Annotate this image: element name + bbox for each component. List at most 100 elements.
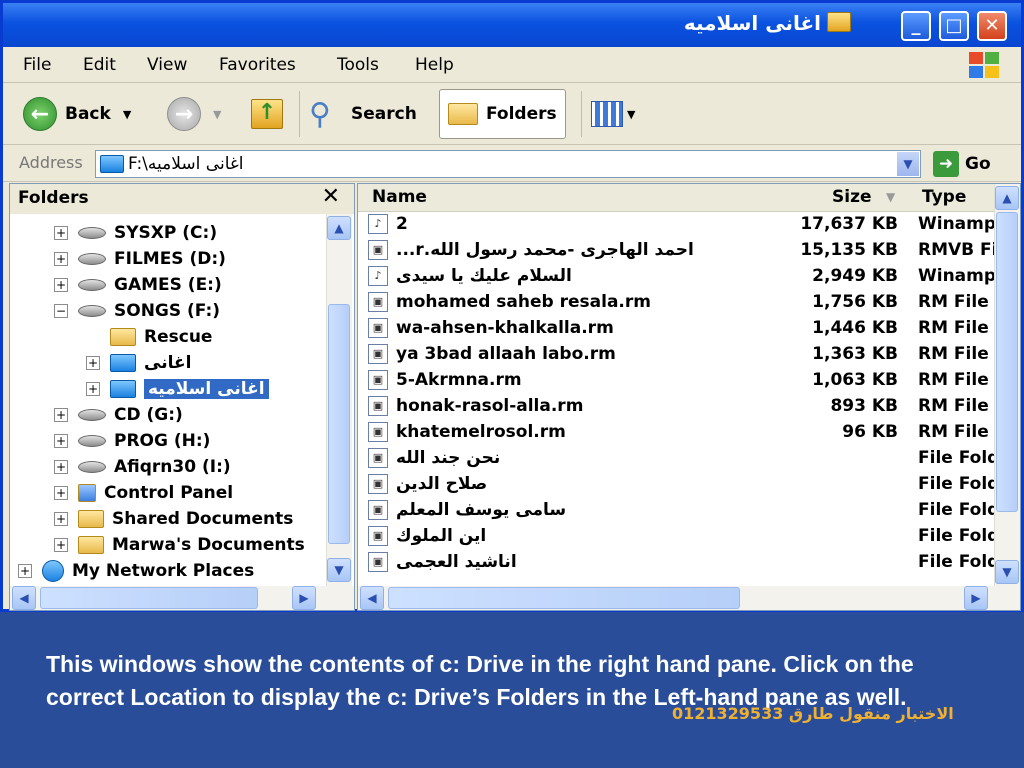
tree-item[interactable]: + Control Panel — [54, 480, 233, 506]
file-row[interactable]: ▣ صلاح الدين File Fold — [358, 472, 994, 498]
file-name-cell: ▣ اناشيد العجمى — [368, 552, 517, 572]
scroll-left-icon[interactable]: ◀ — [360, 586, 384, 610]
folders-horizontal-scrollbar[interactable]: ◀ ▶ — [10, 586, 354, 610]
views-dropdown-icon[interactable]: ▼ — [627, 108, 635, 121]
minimize-button[interactable]: _ — [901, 11, 931, 41]
up-folder-button[interactable]: ↑ — [251, 89, 283, 139]
tree-item[interactable]: + SYSXP (C:) — [54, 220, 217, 246]
expand-icon[interactable]: + — [54, 226, 68, 240]
file-row[interactable]: ▣ wa-ahsen-khalkalla.rm 1,446 KB RM File — [358, 316, 994, 342]
menu-file[interactable]: File — [23, 55, 51, 75]
files-vertical-scrollbar[interactable]: ▲ ▼ — [994, 184, 1020, 586]
menu-tools[interactable]: Tools — [337, 55, 379, 75]
scroll-right-icon[interactable]: ▶ — [964, 586, 988, 610]
windows-logo-icon — [969, 52, 999, 78]
tree-item-label: PROG (H:) — [114, 431, 211, 451]
media-file-icon: ▣ — [368, 474, 388, 494]
expand-icon[interactable]: + — [54, 460, 68, 474]
expand-icon[interactable]: + — [18, 564, 32, 578]
address-input[interactable]: F:\اغانى اسلاميه ▼ — [95, 150, 921, 178]
menu-help[interactable]: Help — [415, 55, 454, 75]
scroll-down-icon[interactable]: ▼ — [327, 558, 351, 582]
file-row[interactable]: ♪ السلام عليك يا سيدى 2,949 KB Winamp — [358, 264, 994, 290]
tree-item[interactable]: + Shared Documents — [54, 506, 293, 532]
expand-icon[interactable]: + — [54, 538, 68, 552]
file-row[interactable]: ▣ khatemelrosol.rm 96 KB RM File — [358, 420, 994, 446]
back-button[interactable]: ← Back ▼ — [23, 89, 131, 139]
file-name-cell: ▣ احمد الهاجرى -محمد رسول الله.r... — [368, 240, 694, 260]
file-row[interactable]: ♪ 2 17,637 KB Winamp — [358, 212, 994, 238]
menu-favorites[interactable]: Favorites — [219, 55, 296, 75]
expand-icon[interactable]: + — [86, 382, 100, 396]
views-button[interactable]: ▼ — [591, 89, 635, 139]
collapse-icon[interactable]: − — [54, 304, 68, 318]
maximize-button[interactable]: □ — [939, 11, 969, 41]
search-button[interactable]: ⚲ Search — [309, 89, 417, 139]
tree-item[interactable]: + FILMES (D:) — [54, 246, 226, 272]
tree-item[interactable]: − SONGS (F:) — [54, 298, 220, 324]
folders-vertical-scrollbar[interactable]: ▲ ▼ — [326, 214, 352, 586]
folders-button[interactable]: Folders — [439, 89, 566, 139]
tree-item[interactable]: + اغانى — [86, 350, 191, 376]
menu-view[interactable]: View — [147, 55, 187, 75]
address-value: F:\اغانى اسلاميه — [128, 154, 244, 174]
file-row[interactable]: ▣ سامى يوسف المعلم File Fold — [358, 498, 994, 524]
drive-icon — [78, 227, 106, 239]
scroll-thumb[interactable] — [40, 587, 258, 609]
expand-icon[interactable]: + — [54, 486, 68, 500]
expand-icon[interactable]: + — [54, 252, 68, 266]
file-row[interactable]: ▣ اناشيد العجمى File Fold — [358, 550, 994, 576]
search-label: Search — [351, 104, 417, 124]
file-name-cell: ▣ نحن جند الله — [368, 448, 500, 468]
tree-item[interactable]: + CD (G:) — [54, 402, 183, 428]
file-type: RM File — [918, 422, 989, 442]
tree-item[interactable]: + Marwa's Documents — [54, 532, 305, 558]
tree-item[interactable]: + Afiqrn30 (I:) — [54, 454, 231, 480]
files-horizontal-scrollbar[interactable]: ◀ ▶ — [358, 586, 1020, 610]
folder-icon — [110, 328, 136, 346]
address-bar: Address F:\اغانى اسلاميه ▼ ➜ Go — [3, 146, 1021, 182]
title-bar[interactable]: اغانى اسلاميه _ □ ✕ — [3, 3, 1021, 47]
file-row[interactable]: ▣ honak-rasol-alla.rm 893 KB RM File — [358, 394, 994, 420]
column-type[interactable]: Type — [922, 187, 966, 207]
scroll-thumb[interactable] — [328, 304, 350, 544]
folder-icon — [100, 155, 124, 173]
expand-icon[interactable]: + — [54, 434, 68, 448]
tree-item[interactable]: + GAMES (E:) — [54, 272, 222, 298]
file-row[interactable]: ▣ mohamed saheb resala.rm 1,756 KB RM File — [358, 290, 994, 316]
scroll-thumb[interactable] — [996, 212, 1018, 512]
scroll-right-icon[interactable]: ▶ — [292, 586, 316, 610]
expand-icon[interactable]: + — [54, 408, 68, 422]
scroll-up-icon[interactable]: ▲ — [995, 186, 1019, 210]
scroll-up-icon[interactable]: ▲ — [327, 216, 351, 240]
expand-icon[interactable]: + — [54, 512, 68, 526]
tree-item[interactable]: + اغانى اسلاميه — [86, 376, 269, 402]
tree-item[interactable]: Rescue — [86, 324, 212, 350]
tree-item[interactable]: + My Network Places — [18, 558, 254, 584]
folder-icon — [110, 354, 136, 372]
folder-icon — [110, 380, 136, 398]
close-button[interactable]: ✕ — [977, 11, 1007, 41]
column-size[interactable]: Size — [832, 187, 872, 207]
file-row[interactable]: ▣ احمد الهاجرى -محمد رسول الله.r... 15,135… — [358, 238, 994, 264]
file-row[interactable]: ▣ ya 3bad allaah labo.rm 1,363 KB RM File — [358, 342, 994, 368]
file-name: wa-ahsen-khalkalla.rm — [396, 318, 614, 338]
file-row[interactable]: ▣ 5-Akrmna.rm 1,063 KB RM File — [358, 368, 994, 394]
address-dropdown-icon[interactable]: ▼ — [897, 152, 919, 176]
tree-item-label: Marwa's Documents — [112, 535, 305, 555]
scroll-down-icon[interactable]: ▼ — [995, 560, 1019, 584]
back-dropdown-icon[interactable]: ▼ — [123, 108, 131, 121]
close-folders-pane-icon[interactable]: ✕ — [322, 184, 340, 209]
column-name[interactable]: Name — [372, 187, 427, 207]
scroll-left-icon[interactable]: ◀ — [12, 586, 36, 610]
forward-button[interactable]: → ▼ — [167, 89, 221, 139]
expand-icon[interactable]: + — [54, 278, 68, 292]
tree-item[interactable]: + PROG (H:) — [54, 428, 210, 454]
forward-dropdown-icon[interactable]: ▼ — [213, 108, 221, 121]
go-button[interactable]: ➜ Go — [933, 151, 991, 177]
file-row[interactable]: ▣ اين الملوك File Fold — [358, 524, 994, 550]
scroll-thumb[interactable] — [388, 587, 740, 609]
file-row[interactable]: ▣ نحن جند الله File Fold — [358, 446, 994, 472]
menu-edit[interactable]: Edit — [83, 55, 116, 75]
expand-icon[interactable]: + — [86, 356, 100, 370]
